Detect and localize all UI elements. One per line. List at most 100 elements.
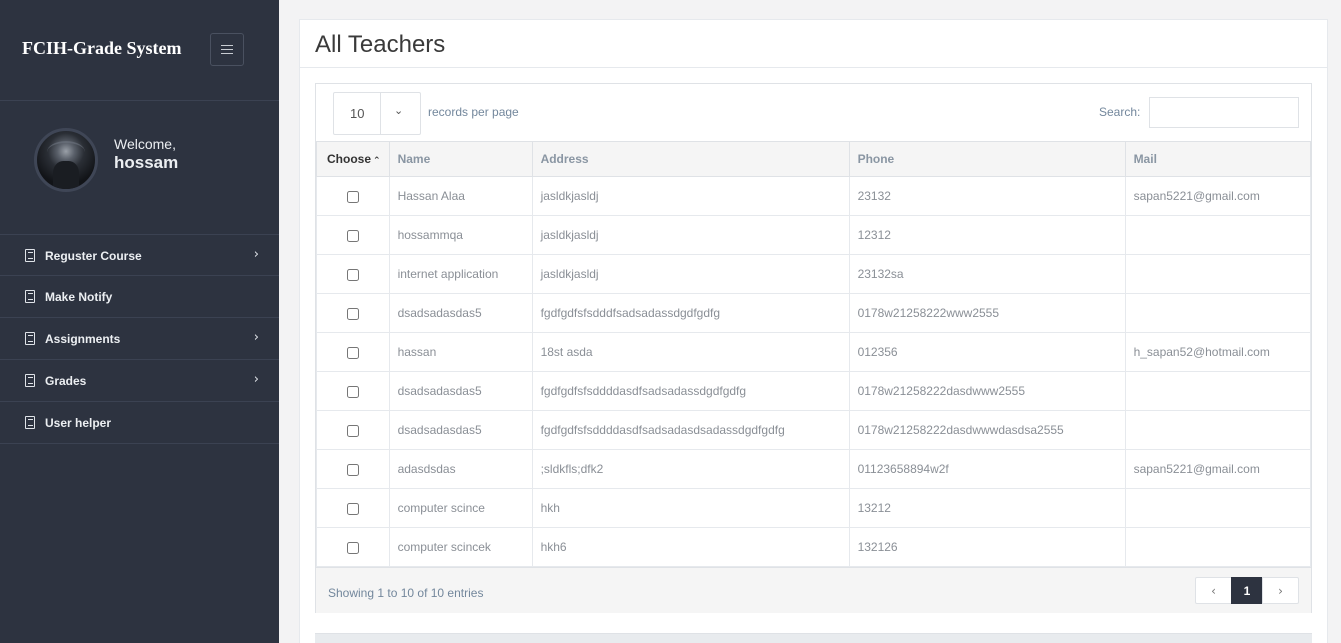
- column-header-mail[interactable]: Mail: [1124, 141, 1312, 177]
- cell-phone: 0178w21258222dasdwww2555: [848, 371, 1126, 411]
- table-row: dsadsadasdas5 fgdfgdfsfsddddasdfsadsadass…: [316, 371, 1312, 411]
- sidebar-item-make-notify[interactable]: Make Notify: [0, 276, 279, 318]
- cell-address: hkh: [531, 488, 850, 528]
- sidebar-item-grades[interactable]: Grades ›: [0, 360, 279, 402]
- search-label: Search:: [1099, 105, 1141, 119]
- select-divider: [380, 93, 381, 134]
- chevron-right-icon: ›: [253, 330, 259, 345]
- cell-name: dsadsadasdas5: [388, 371, 533, 411]
- cell-phone: 01123658894w2f: [848, 449, 1126, 489]
- column-header-choose[interactable]: Choose ⌃: [316, 141, 390, 177]
- pagination: ‹ 1 ›: [1195, 577, 1299, 604]
- sidebar-item-label: Make Notify: [45, 290, 113, 304]
- cell-name: dsadsadasdas5: [388, 410, 533, 450]
- cell-mail: [1124, 254, 1312, 294]
- page-length-label: records per page: [428, 105, 519, 119]
- document-icon: [25, 290, 35, 303]
- username: hossam: [114, 153, 179, 172]
- document-icon: [25, 332, 35, 345]
- row-select-cell: [316, 215, 390, 255]
- document-icon: [25, 416, 35, 429]
- sidebar-item-reguster-course[interactable]: Reguster Course ›: [0, 234, 279, 276]
- cell-mail: [1124, 293, 1312, 333]
- cell-address: ;sldkfls;dfk2: [531, 449, 850, 489]
- cell-name: Hassan Alaa: [388, 176, 533, 216]
- chevron-right-icon: ›: [253, 247, 259, 262]
- page-1-button[interactable]: 1: [1231, 577, 1263, 604]
- cell-name: computer scince: [388, 488, 533, 528]
- document-icon: [25, 374, 35, 387]
- cell-mail: [1124, 488, 1312, 528]
- row-select-cell: [316, 449, 390, 489]
- table-row: dsadsadasdas5 fgdfgdfsfsddddasdfsadsadasd…: [316, 410, 1312, 450]
- entries-info: Showing 1 to 10 of 10 entries: [328, 586, 484, 600]
- row-checkbox[interactable]: [346, 424, 359, 437]
- cell-name: dsadsadasdas5: [388, 293, 533, 333]
- cell-phone: 012356: [848, 332, 1126, 372]
- sidebar-item-assignments[interactable]: Assignments ›: [0, 318, 279, 360]
- column-header-name[interactable]: Name: [388, 141, 533, 177]
- cell-mail: [1124, 410, 1312, 450]
- avatar: [34, 128, 98, 192]
- row-select-cell: [316, 527, 390, 567]
- cell-phone: 23132: [848, 176, 1126, 216]
- welcome-label: Welcome,: [114, 136, 176, 152]
- table-row: computer scincek hkh6 132126: [316, 527, 1312, 567]
- cell-mail: sapan5221@gmail.com: [1124, 176, 1312, 216]
- row-checkbox[interactable]: [346, 229, 359, 242]
- next-page-button[interactable]: ›: [1262, 577, 1299, 604]
- cell-name: computer scincek: [388, 527, 533, 567]
- document-icon: [25, 249, 35, 262]
- cell-phone: 23132sa: [848, 254, 1126, 294]
- cell-name: internet application: [388, 254, 533, 294]
- page-length-select[interactable]: 10 ⌄: [333, 92, 421, 135]
- cell-address: 18st asda: [531, 332, 850, 372]
- row-checkbox[interactable]: [346, 502, 359, 515]
- cell-mail: [1124, 371, 1312, 411]
- cell-address: hkh6: [531, 527, 850, 567]
- row-checkbox[interactable]: [346, 307, 359, 320]
- teachers-table-wrapper: 10 ⌄ records per page Search: Choose ⌃ Na…: [315, 83, 1312, 613]
- menu-toggle-button[interactable]: [210, 33, 244, 66]
- page-length-value: 10: [350, 106, 365, 121]
- cell-mail: sapan5221@gmail.com: [1124, 449, 1312, 489]
- sidebar-item-label: Assignments: [45, 332, 121, 346]
- sidebar-item-label: User helper: [45, 416, 112, 430]
- row-checkbox[interactable]: [346, 190, 359, 203]
- cell-address: jasldkjasldj: [531, 176, 850, 216]
- cell-phone: 132126: [848, 527, 1126, 567]
- row-checkbox[interactable]: [346, 385, 359, 398]
- table-footer: Showing 1 to 10 of 10 entries ‹ 1 ›: [316, 567, 1311, 613]
- row-checkbox[interactable]: [346, 463, 359, 476]
- cell-phone: 0178w21258222dasdwwwdasdsa2555: [848, 410, 1126, 450]
- sidebar-nav: Reguster Course › Make Notify Assignment…: [0, 234, 279, 444]
- table-row: adasdsdas ;sldkfls;dfk2 01123658894w2f sapa…: [316, 449, 1312, 489]
- row-select-cell: [316, 332, 390, 372]
- cell-mail: h_sapan52@hotmail.com: [1124, 332, 1312, 372]
- row-select-cell: [316, 371, 390, 411]
- column-header-phone[interactable]: Phone: [848, 141, 1126, 177]
- sidebar-item-user-helper[interactable]: User helper: [0, 402, 279, 444]
- row-checkbox[interactable]: [346, 268, 359, 281]
- search-input[interactable]: [1149, 97, 1299, 128]
- table-row: hossammqa jasldkjasldj 12312: [316, 215, 1312, 255]
- cell-phone: 0178w21258222www2555: [848, 293, 1126, 333]
- cell-phone: 12312: [848, 215, 1126, 255]
- user-profile: Welcome, hossam: [0, 101, 279, 233]
- row-select-cell: [316, 488, 390, 528]
- main-content: All Teachers 10 ⌄ records per page Searc…: [279, 0, 1341, 643]
- chevron-right-icon: ›: [253, 372, 259, 387]
- teachers-panel: All Teachers 10 ⌄ records per page Searc…: [299, 19, 1328, 643]
- sidebar-item-label: Reguster Course: [45, 249, 142, 263]
- sort-ascending-icon: ⌃: [373, 156, 381, 166]
- app-title[interactable]: FCIH-Grade System: [22, 38, 181, 59]
- row-checkbox[interactable]: [346, 541, 359, 554]
- row-checkbox[interactable]: [346, 346, 359, 359]
- column-header-address[interactable]: Address: [531, 141, 850, 177]
- cell-mail: [1124, 215, 1312, 255]
- cell-address: fgdfgdfsfsdddfsadsadassdgdfgdfg: [531, 293, 850, 333]
- chevron-down-icon: ⌄: [394, 104, 404, 117]
- previous-page-button[interactable]: ‹: [1195, 577, 1232, 604]
- row-select-cell: [316, 254, 390, 294]
- cell-phone: 13212: [848, 488, 1126, 528]
